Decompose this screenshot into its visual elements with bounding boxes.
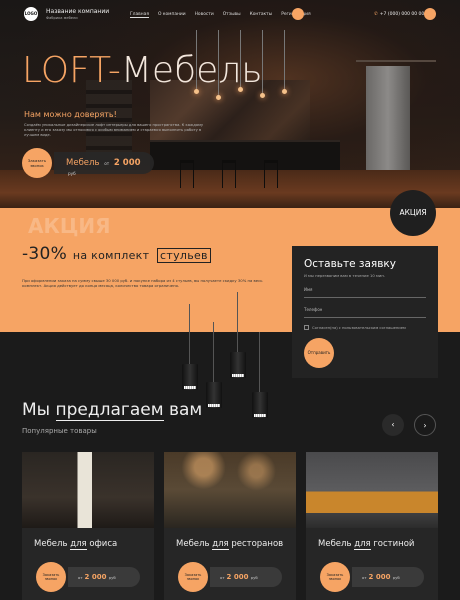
hero-title: LOFT-Мебель	[22, 50, 262, 91]
card-price: от 2 000 руб	[210, 567, 282, 587]
promo-title-highlight: стульев	[157, 248, 211, 263]
lamp-image	[206, 322, 222, 408]
card-price-from: от	[220, 575, 225, 580]
offers-title: Мы предлагаем вам	[22, 400, 203, 421]
hero-price-from: от	[104, 161, 110, 166]
consent-row[interactable]: Согласен(на) с пользовательским соглашен…	[304, 325, 426, 330]
card-image-office	[22, 452, 154, 528]
nav-item-news[interactable]: Новости	[195, 12, 214, 18]
product-card[interactable]: Мебель для гостиной от 2 000 руб Заказать…	[306, 452, 438, 600]
phone-text: +7 (000) 000 00 00	[379, 12, 425, 17]
card-price-from: от	[78, 575, 83, 580]
card-title-word: Мебель	[176, 539, 210, 549]
promo-description: При оформлении заказа на сумму свыше 30 …	[22, 278, 263, 288]
card-order-button[interactable]: Заказать звонок	[178, 562, 208, 592]
card-title-hl: для	[354, 539, 371, 550]
form-subtitle: И мы перезвоним вам в течение 10 мин.	[304, 273, 386, 278]
phone-field[interactable]: Телефон	[304, 307, 426, 318]
card-price: от 2 000 руб	[352, 567, 424, 587]
lamp-image	[230, 292, 246, 378]
hero-price-value: 2 000	[113, 158, 141, 168]
hero-price-unit: руб	[68, 171, 76, 176]
card-price: от 2 000 руб	[68, 567, 140, 587]
lamp-image	[182, 304, 198, 390]
form-title: Оставьте заявку	[304, 258, 396, 270]
card-order-button[interactable]: Заказать звонок	[320, 562, 350, 592]
hero-title-accent: LOFT-	[22, 50, 121, 91]
hero-fridge	[366, 66, 410, 170]
top-bar: LOGO Название компании Фабрика мебели Гл…	[0, 0, 460, 28]
main-nav: Главная О компании Новости Отзывы Контак…	[130, 12, 311, 18]
prev-arrow-icon[interactable]: ‹	[382, 414, 404, 436]
nav-item-about[interactable]: О компании	[158, 12, 186, 18]
card-image-living	[306, 452, 438, 528]
card-title: Мебель для гостиной	[318, 539, 415, 550]
card-title: Мебель для ресторанов	[176, 539, 284, 550]
offers-title-highlight: предлагаем	[55, 400, 164, 421]
consent-checkbox[interactable]	[304, 325, 309, 330]
hero-subtitle: Нам можно доверять!	[24, 110, 117, 119]
menu-button[interactable]	[292, 8, 304, 20]
bar-stool	[222, 160, 236, 188]
bar-stool	[180, 160, 194, 188]
hero-shelf	[356, 60, 436, 62]
card-title-target: ресторанов	[231, 539, 284, 549]
card-price-unit: руб	[108, 575, 116, 580]
company-name: Название компании Фабрика мебели	[46, 8, 109, 20]
promo-title: -30% на комплект стульев	[22, 244, 211, 264]
product-card[interactable]: Мебель для офиса от 2 000 руб Заказать зв…	[22, 452, 154, 600]
card-price-value: 2 000	[368, 573, 391, 581]
card-title-target: гостиной	[373, 539, 415, 549]
nav-item-reviews[interactable]: Отзывы	[223, 12, 241, 18]
card-image-restaurant	[164, 452, 296, 528]
card-title-word: Мебель	[34, 539, 68, 549]
hero-description: Создаём уникальные дизайнерские лофт инт…	[24, 123, 204, 137]
pendant-light	[282, 30, 287, 94]
offers-title-1: Мы	[22, 400, 51, 420]
card-price-value: 2 000	[226, 573, 249, 581]
card-title-word: Мебель	[318, 539, 352, 549]
company-title: Название компании	[46, 8, 110, 15]
nav-item-home[interactable]: Главная	[130, 12, 149, 18]
submit-button[interactable]: Отправить	[304, 338, 334, 368]
hero-cta-button[interactable]: Заказать звонок	[22, 148, 52, 178]
phone-icon: ✆	[374, 12, 378, 17]
card-price-value: 2 000	[84, 573, 107, 581]
offers-subtitle: Популярные товары	[22, 427, 97, 435]
request-form: Оставьте заявку И мы перезвоним вам в те…	[292, 246, 438, 378]
product-card[interactable]: Мебель для ресторанов от 2 000 руб Заказа…	[164, 452, 296, 600]
lamp-image	[252, 332, 268, 418]
phone-number[interactable]: ✆ +7 (000) 000 00 00	[374, 12, 424, 17]
card-price-from: от	[362, 575, 367, 580]
hero-price: Мебель от 2 000 руб	[54, 152, 154, 176]
offers-title-3: вам	[168, 400, 203, 420]
card-order-button[interactable]: Заказать звонок	[36, 562, 66, 592]
consent-label: Согласен(на) с пользовательским соглашен…	[312, 325, 406, 330]
callback-button[interactable]	[424, 8, 436, 20]
card-title-hl: для	[70, 539, 87, 550]
hero-island	[150, 140, 340, 170]
promo-discount: -30%	[22, 244, 68, 264]
card-title-target: офиса	[89, 539, 118, 549]
next-arrow-icon[interactable]: ›	[414, 414, 436, 436]
card-title: Мебель для офиса	[34, 539, 118, 550]
promo-badge: АКЦИЯ	[390, 190, 436, 236]
promo-ghost-text: АКЦИЯ	[28, 214, 111, 238]
logo[interactable]: LOGO	[24, 7, 38, 21]
card-title-hl: для	[212, 539, 229, 550]
bar-stool	[264, 160, 278, 188]
name-field[interactable]: Имя	[304, 287, 426, 298]
promo-title-mid: на комплект	[72, 249, 150, 262]
nav-item-contacts[interactable]: Контакты	[250, 12, 273, 18]
hero-title-main: Мебель	[120, 50, 263, 91]
hero-price-prefix: Мебель	[66, 158, 100, 168]
card-price-unit: руб	[250, 575, 258, 580]
company-tagline: Фабрика мебели	[46, 16, 78, 20]
card-price-unit: руб	[392, 575, 400, 580]
